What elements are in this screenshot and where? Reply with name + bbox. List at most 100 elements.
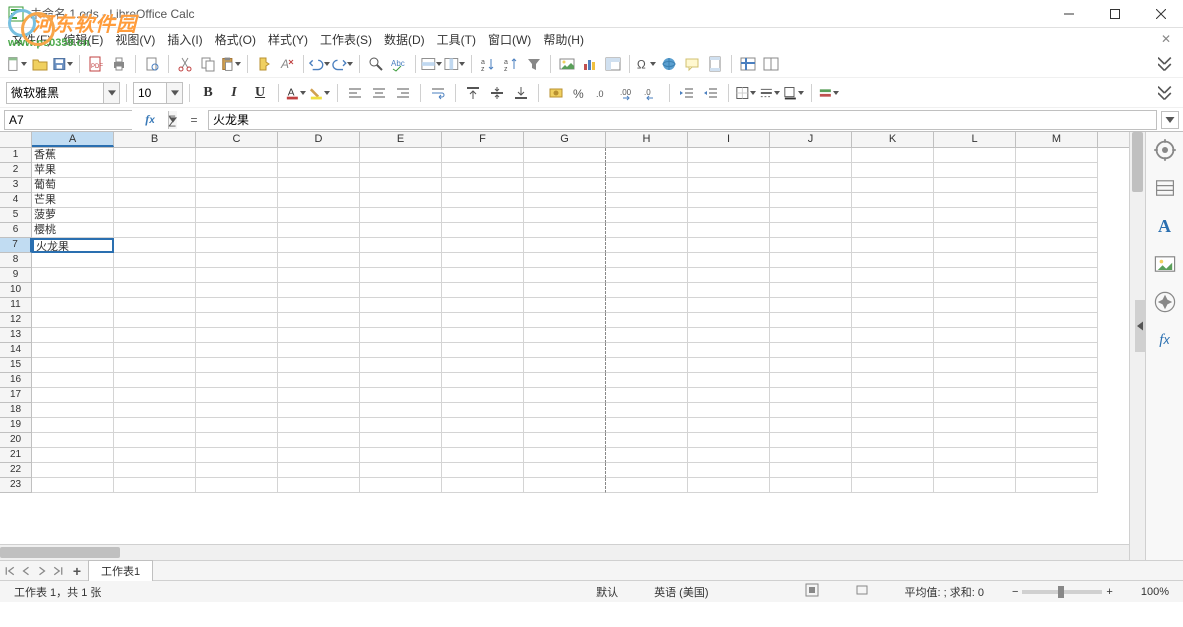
accept-formula-button[interactable]: = (184, 110, 204, 130)
cell-F9[interactable] (442, 268, 524, 283)
cell-E12[interactable] (360, 313, 442, 328)
conditional-format-button[interactable] (818, 82, 840, 104)
cell-F3[interactable] (442, 178, 524, 193)
cell-K23[interactable] (852, 478, 934, 493)
menu-help[interactable]: 帮助(H) (537, 29, 590, 50)
cell-H15[interactable] (606, 358, 688, 373)
cell-E7[interactable] (360, 238, 442, 253)
col-header-H[interactable]: H (606, 132, 688, 147)
cell-A2[interactable]: 苹果 (32, 163, 114, 178)
save-button[interactable] (52, 53, 74, 75)
cell-A21[interactable] (32, 448, 114, 463)
cell-G7[interactable] (524, 238, 606, 253)
cell-J7[interactable] (770, 238, 852, 253)
cell-B12[interactable] (114, 313, 196, 328)
cell-G1[interactable] (524, 148, 606, 163)
tab-nav-first[interactable] (2, 563, 18, 579)
cell-K12[interactable] (852, 313, 934, 328)
cell-K5[interactable] (852, 208, 934, 223)
status-mode[interactable]: 默认 (588, 584, 626, 600)
cell-I5[interactable] (688, 208, 770, 223)
row-header-23[interactable]: 23 (0, 478, 32, 493)
spellcheck-button[interactable]: Abc (388, 53, 410, 75)
cell-C5[interactable] (196, 208, 278, 223)
font-size-input[interactable] (134, 83, 166, 103)
cell-A8[interactable] (32, 253, 114, 268)
cell-L14[interactable] (934, 343, 1016, 358)
cell-E5[interactable] (360, 208, 442, 223)
row-header-4[interactable]: 4 (0, 193, 32, 208)
cell-B5[interactable] (114, 208, 196, 223)
col-header-J[interactable]: J (770, 132, 852, 147)
cell-J1[interactable] (770, 148, 852, 163)
cell-A15[interactable] (32, 358, 114, 373)
cell-I18[interactable] (688, 403, 770, 418)
tab-nav-last[interactable] (50, 563, 66, 579)
cell-A22[interactable] (32, 463, 114, 478)
cell-M20[interactable] (1016, 433, 1098, 448)
cell-F7[interactable] (442, 238, 524, 253)
cell-B17[interactable] (114, 388, 196, 403)
cell-H2[interactable] (606, 163, 688, 178)
cell-G9[interactable] (524, 268, 606, 283)
cell-D4[interactable] (278, 193, 360, 208)
zoom-slider[interactable]: − + (1012, 586, 1113, 598)
cell-B10[interactable] (114, 283, 196, 298)
cell-K4[interactable] (852, 193, 934, 208)
cell-G18[interactable] (524, 403, 606, 418)
cell-M6[interactable] (1016, 223, 1098, 238)
row-header-12[interactable]: 12 (0, 313, 32, 328)
cell-F4[interactable] (442, 193, 524, 208)
zoom-level[interactable]: 100% (1133, 586, 1177, 598)
cell-F6[interactable] (442, 223, 524, 238)
cell-D13[interactable] (278, 328, 360, 343)
cell-F2[interactable] (442, 163, 524, 178)
cell-L8[interactable] (934, 253, 1016, 268)
cell-E22[interactable] (360, 463, 442, 478)
col-header-F[interactable]: F (442, 132, 524, 147)
cell-C22[interactable] (196, 463, 278, 478)
cell-B11[interactable] (114, 298, 196, 313)
cell-A3[interactable]: 葡萄 (32, 178, 114, 193)
row-header-15[interactable]: 15 (0, 358, 32, 373)
status-selection-mode[interactable] (797, 583, 827, 600)
currency-button[interactable] (545, 82, 567, 104)
cell-E15[interactable] (360, 358, 442, 373)
cell-D17[interactable] (278, 388, 360, 403)
cell-F11[interactable] (442, 298, 524, 313)
cell-L2[interactable] (934, 163, 1016, 178)
cell-L4[interactable] (934, 193, 1016, 208)
new-button[interactable] (6, 53, 28, 75)
cell-G14[interactable] (524, 343, 606, 358)
cell-B9[interactable] (114, 268, 196, 283)
cell-H5[interactable] (606, 208, 688, 223)
cell-I21[interactable] (688, 448, 770, 463)
horizontal-scrollbar[interactable] (0, 545, 1129, 560)
cell-D22[interactable] (278, 463, 360, 478)
sidebar-functions-icon[interactable]: fx (1153, 328, 1177, 352)
close-document-button[interactable]: ✕ (1155, 30, 1177, 48)
cell-H20[interactable] (606, 433, 688, 448)
cell-H7[interactable] (606, 238, 688, 253)
cell-E8[interactable] (360, 253, 442, 268)
cell-F19[interactable] (442, 418, 524, 433)
cell-I22[interactable] (688, 463, 770, 478)
cell-I10[interactable] (688, 283, 770, 298)
col-header-K[interactable]: K (852, 132, 934, 147)
cell-D7[interactable] (278, 238, 360, 253)
cell-F12[interactable] (442, 313, 524, 328)
cell-G20[interactable] (524, 433, 606, 448)
minimize-button[interactable] (1055, 4, 1083, 24)
cell-D23[interactable] (278, 478, 360, 493)
cell-B15[interactable] (114, 358, 196, 373)
cell-G4[interactable] (524, 193, 606, 208)
font-name-input[interactable] (7, 83, 103, 103)
cell-C14[interactable] (196, 343, 278, 358)
cell-C16[interactable] (196, 373, 278, 388)
cell-I16[interactable] (688, 373, 770, 388)
cell-J22[interactable] (770, 463, 852, 478)
cell-C19[interactable] (196, 418, 278, 433)
cell-D18[interactable] (278, 403, 360, 418)
sidebar-gallery-icon[interactable] (1153, 252, 1177, 276)
cell-I4[interactable] (688, 193, 770, 208)
